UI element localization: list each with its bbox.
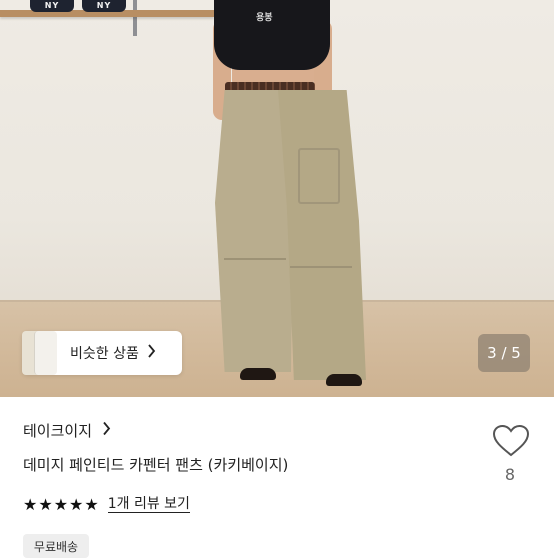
like-button[interactable] [492,424,530,458]
thumbnail [34,331,57,375]
like-count: 8 [504,465,516,484]
image-counter: 3 / 5 [478,334,530,372]
cap-right: NY [82,0,126,12]
shelf-bracket [133,0,137,36]
shirt-logo: 용봉 [256,13,273,23]
chevron-right-icon [102,421,111,440]
similar-products-button[interactable]: 비슷한 상품 [22,331,182,375]
similar-products-thumbnails [22,331,58,375]
review-link[interactable]: 1개 리뷰 보기 [107,496,190,513]
shoe-left [240,368,276,380]
star-filled-icon: ★ [23,494,38,514]
shoe-right [326,374,362,386]
product-image[interactable]: NY NY 용봉 비슷한 상품 3 / 5 [0,0,554,397]
cap-left: NY [30,0,74,12]
heart-outline-icon [492,424,530,457]
shop-name: 테이크이지 [23,422,93,440]
free-shipping-badge: 무료배송 [23,534,89,558]
cap-text: NY [44,1,60,10]
shop-link[interactable]: 테이크이지 [23,420,111,441]
product-title: 데미지 페인티드 카펜터 팬츠 (카키베이지) [23,456,289,474]
knee-seam [290,266,352,268]
star-filled-icon: ★ [53,494,69,514]
utility-pocket [298,148,340,204]
similar-products-label: 비슷한 상품 [70,346,139,362]
cap-text: NY [96,1,112,10]
knee-seam [224,258,286,260]
chevron-right-icon [147,344,156,362]
star-filled-icon: ★ [69,494,84,514]
star-filled-icon: ★ [84,494,99,514]
rating-row: ★ ★ ★ ★ ★ 1개 리뷰 보기 [23,496,190,513]
star-filled-icon: ★ [38,494,53,514]
